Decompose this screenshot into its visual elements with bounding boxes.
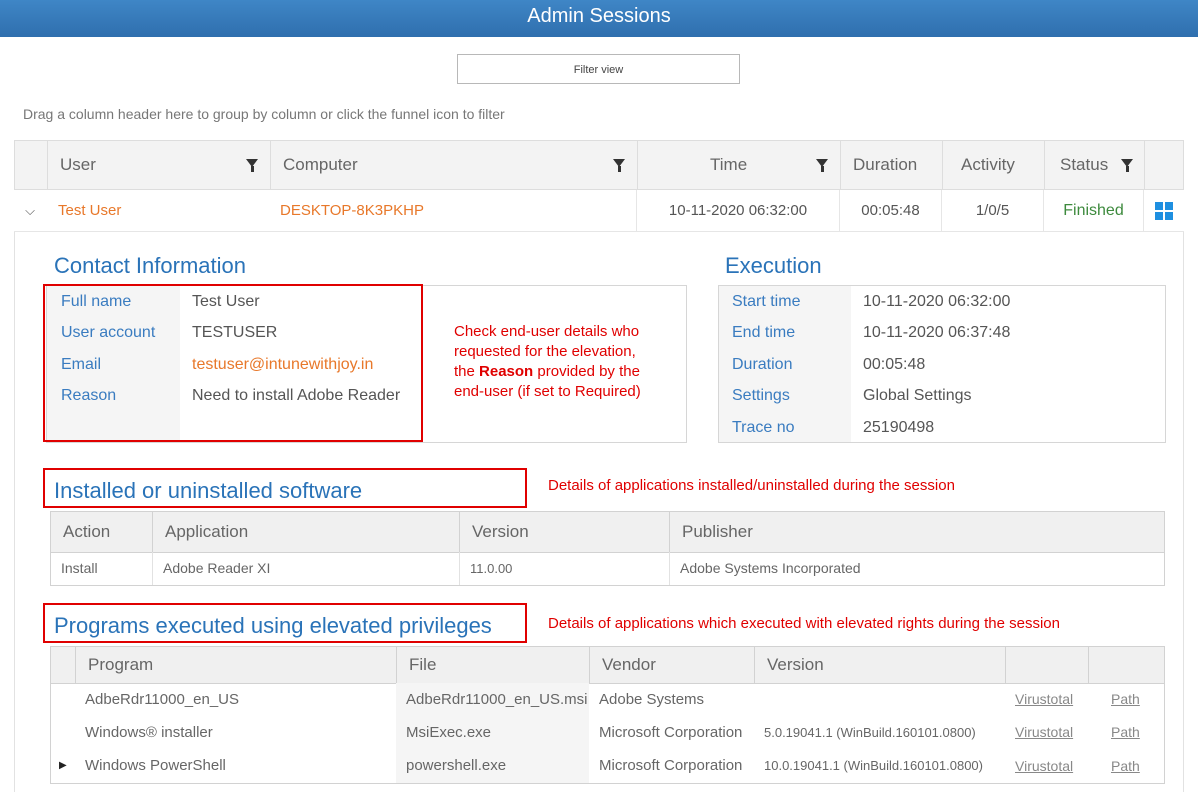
column-header-virustotal bbox=[1005, 647, 1088, 683]
duration-label: Duration bbox=[732, 356, 793, 373]
start-time-label: Start time bbox=[732, 293, 801, 310]
contact-section-title: Contact Information bbox=[54, 253, 246, 278]
program-vendor: Microsoft Corporation bbox=[599, 757, 743, 774]
row-time: 10-11-2020 06:32:00 bbox=[636, 190, 839, 231]
programs-title-highlight bbox=[43, 603, 527, 643]
program-version: 10.0.19041.1 (WinBuild.160101.0800) bbox=[764, 758, 983, 773]
program-name: Windows PowerShell bbox=[85, 757, 226, 774]
group-by-hint: Drag a column header here to group by co… bbox=[23, 106, 505, 122]
table-row: Install Adobe Reader XI 11.0.00 Adobe Sy… bbox=[51, 552, 1164, 585]
column-header-action[interactable]: Action bbox=[51, 512, 152, 552]
path-link[interactable]: Path bbox=[1088, 749, 1164, 783]
column-header-program-version[interactable]: Version bbox=[754, 647, 1005, 683]
software-table: Action Application Version Publisher Ins… bbox=[50, 511, 1165, 586]
software-title-highlight bbox=[43, 468, 527, 508]
column-header-application[interactable]: Application bbox=[152, 512, 459, 552]
filter-funnel-icon[interactable] bbox=[246, 159, 258, 172]
column-header-status[interactable]: Status bbox=[1044, 141, 1144, 189]
software-annotation: Details of applications installed/uninst… bbox=[548, 477, 955, 494]
table-row: AdbeRdr11000_en_US AdbeRdr11000_en_US.ms… bbox=[51, 683, 1164, 716]
execution-section-title: Execution bbox=[725, 253, 822, 278]
end-time-label: End time bbox=[732, 324, 796, 341]
column-header-time[interactable]: Time bbox=[637, 141, 840, 189]
trace-no-label: Trace no bbox=[732, 419, 795, 436]
program-name: AdbeRdr11000_en_US bbox=[85, 691, 240, 708]
expand-arrow-icon[interactable]: ▶ bbox=[51, 749, 75, 783]
app-title-bar: Admin Sessions bbox=[0, 0, 1198, 37]
column-header-path bbox=[1088, 647, 1164, 683]
virustotal-link[interactable]: Virustotal bbox=[1005, 683, 1088, 716]
row-duration: 00:05:48 bbox=[839, 190, 941, 231]
software-application: Adobe Reader XI bbox=[152, 552, 459, 585]
table-row[interactable]: ⌵ Test User DESKTOP-8K3PKHP 10-11-2020 0… bbox=[14, 190, 1184, 232]
column-header-computer[interactable]: Computer bbox=[270, 141, 637, 189]
programs-table-header: Program File Vendor Version bbox=[51, 647, 1164, 684]
row-computer[interactable]: DESKTOP-8K3PKHP bbox=[269, 190, 636, 231]
contact-annotation: Check end-user details who requested for… bbox=[454, 323, 641, 400]
row-user[interactable]: Test User bbox=[46, 190, 269, 231]
program-version bbox=[754, 683, 1005, 716]
filter-view-button[interactable]: Filter view bbox=[457, 54, 740, 84]
settings-label: Settings bbox=[732, 387, 790, 404]
collapse-chevron-icon[interactable]: ⌵ bbox=[14, 190, 46, 231]
column-header-version[interactable]: Version bbox=[459, 512, 669, 552]
program-vendor: Microsoft Corporation bbox=[599, 724, 743, 741]
program-file: powershell.exe bbox=[396, 749, 589, 783]
virustotal-link[interactable]: Virustotal bbox=[1005, 749, 1088, 783]
programs-table: Program File Vendor Version AdbeRdr11000… bbox=[50, 646, 1165, 784]
filter-funnel-icon[interactable] bbox=[1121, 159, 1133, 172]
programs-annotation: Details of applications which executed w… bbox=[548, 615, 1060, 632]
execution-info-box: Start time 10-11-2020 06:32:00 End time … bbox=[718, 285, 1166, 443]
software-action: Install bbox=[61, 560, 98, 576]
table-row: ▶ Windows PowerShell powershell.exe Micr… bbox=[51, 749, 1164, 783]
column-header-vendor[interactable]: Vendor bbox=[589, 647, 754, 683]
row-status: Finished bbox=[1043, 190, 1143, 231]
software-version: 11.0.00 bbox=[459, 552, 669, 585]
table-row: Windows® installer MsiExec.exe Microsoft… bbox=[51, 716, 1164, 749]
column-header-file[interactable]: File bbox=[396, 647, 589, 683]
path-link[interactable]: Path bbox=[1088, 716, 1164, 749]
row-activity: 1/0/5 bbox=[941, 190, 1043, 231]
trace-no-value: 25190498 bbox=[863, 419, 935, 436]
software-publisher: Adobe Systems Incorporated bbox=[669, 552, 1164, 585]
virustotal-link[interactable]: Virustotal bbox=[1005, 716, 1088, 749]
platform-cell bbox=[1143, 190, 1183, 231]
sessions-grid-header: User Computer Time Duration Activity Sta… bbox=[14, 140, 1184, 190]
program-name: Windows® installer bbox=[85, 724, 213, 741]
software-table-header: Action Application Version Publisher bbox=[51, 512, 1164, 553]
program-version: 5.0.19041.1 (WinBuild.160101.0800) bbox=[764, 725, 976, 740]
program-file: AdbeRdr11000_en_US.msi bbox=[396, 683, 589, 716]
app-title: Admin Sessions bbox=[527, 5, 671, 27]
contact-highlight-box bbox=[43, 284, 423, 442]
program-vendor: Adobe Systems bbox=[599, 691, 705, 708]
settings-value: Global Settings bbox=[863, 387, 972, 404]
path-link[interactable]: Path bbox=[1088, 683, 1164, 716]
column-header-publisher[interactable]: Publisher bbox=[669, 512, 1164, 552]
column-header-user[interactable]: User bbox=[47, 141, 270, 189]
column-header-platform bbox=[1144, 141, 1184, 189]
filter-funnel-icon[interactable] bbox=[613, 159, 625, 172]
filter-funnel-icon[interactable] bbox=[816, 159, 828, 172]
column-header-activity[interactable]: Activity bbox=[942, 141, 1044, 189]
start-time-value: 10-11-2020 06:32:00 bbox=[863, 293, 1011, 310]
program-file: MsiExec.exe bbox=[396, 716, 589, 749]
end-time-value: 10-11-2020 06:37:48 bbox=[863, 324, 1011, 341]
duration-value: 00:05:48 bbox=[863, 356, 926, 373]
column-header-program[interactable]: Program bbox=[75, 647, 396, 683]
column-header-duration[interactable]: Duration bbox=[840, 141, 942, 189]
windows-icon bbox=[1155, 202, 1173, 220]
